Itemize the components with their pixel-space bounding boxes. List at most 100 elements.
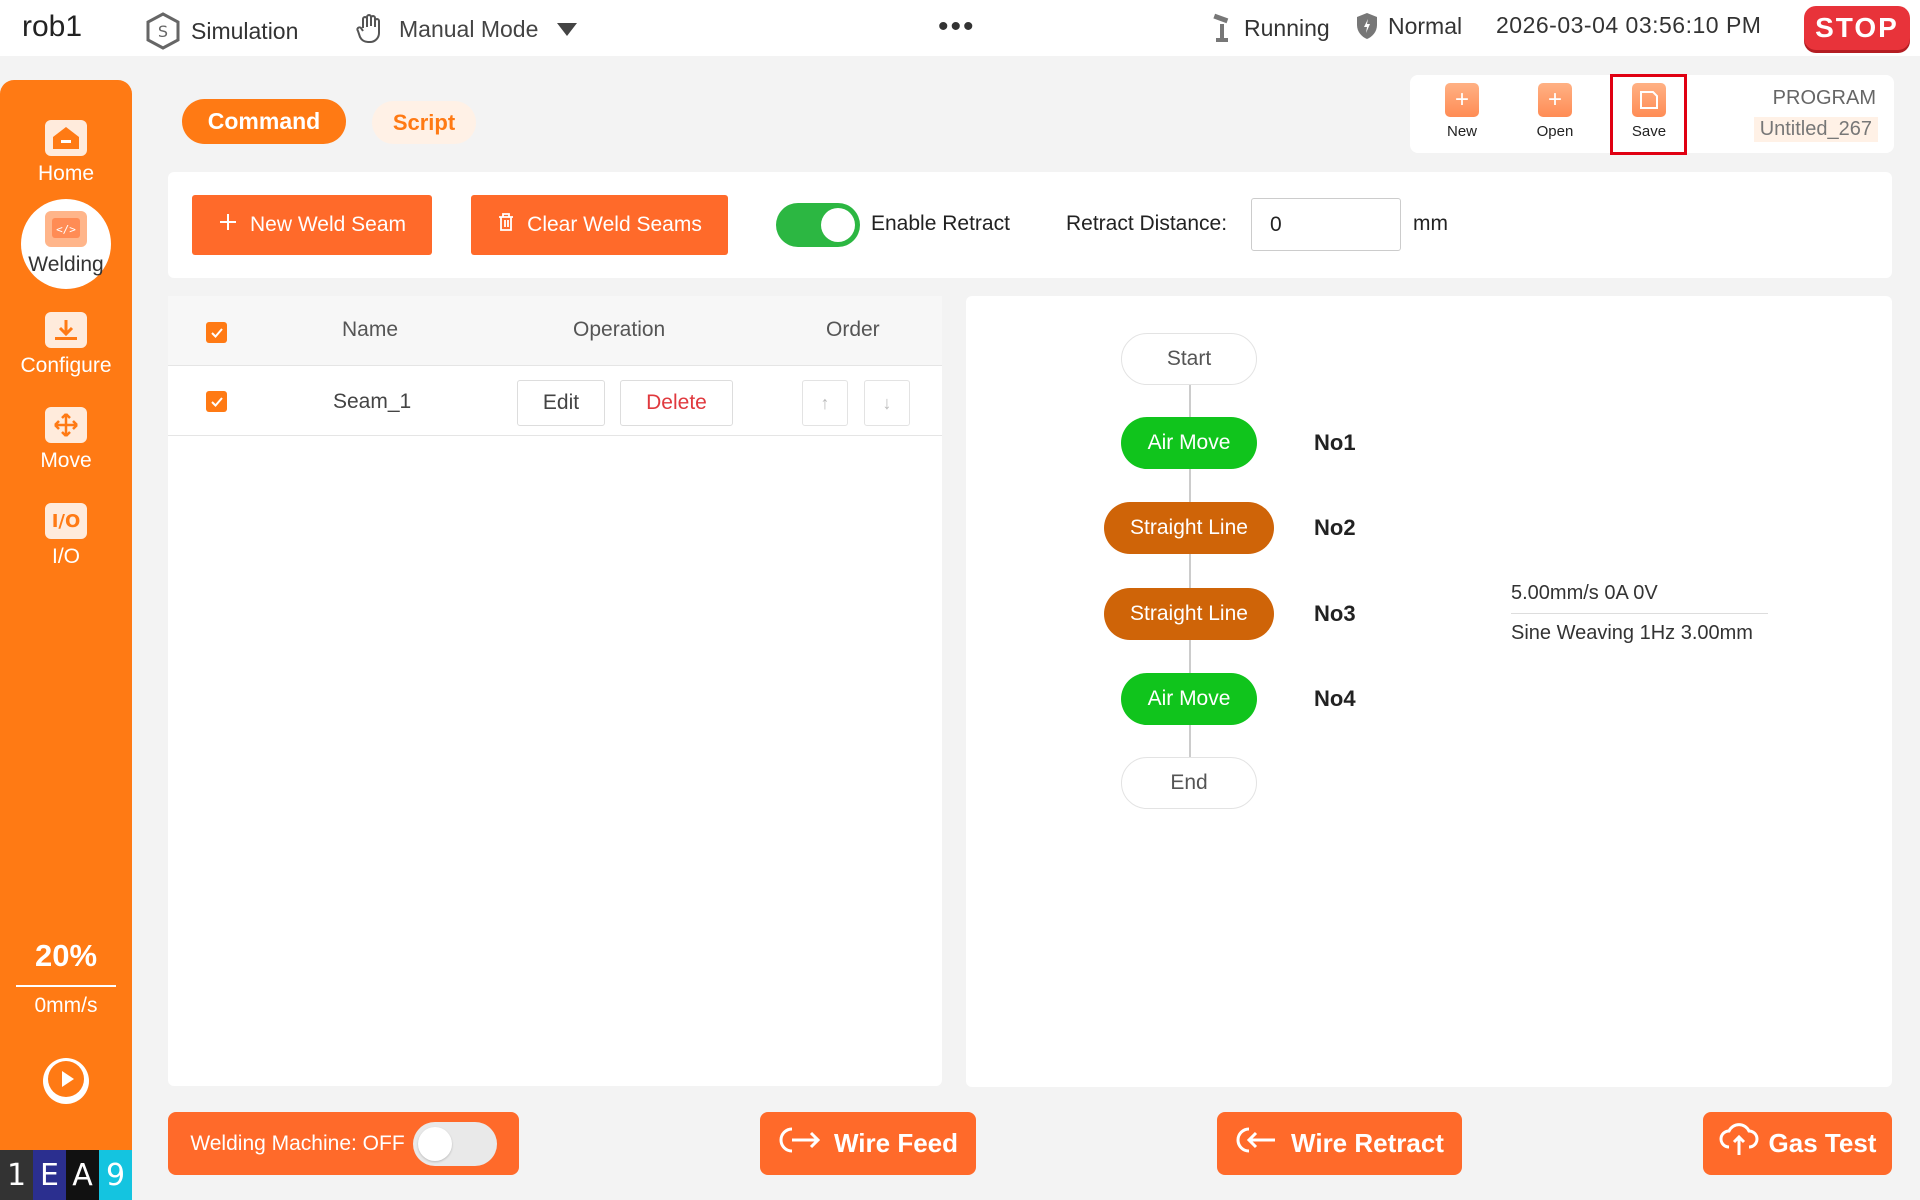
speed-percent[interactable]: 20% [0,938,132,974]
enable-retract-label: Enable Retract [871,212,1010,235]
table-header: Name Operation Order [168,296,942,366]
download-icon [45,312,87,348]
speed-value: 0mm/s [34,994,98,1017]
program-name: Untitled_267 [1753,117,1878,142]
flow-start-node[interactable]: Start [1121,333,1257,385]
wire-retract-icon [1235,1125,1281,1162]
io-icon: I/O [45,503,87,539]
flow-end-node[interactable]: End [1121,757,1257,809]
save-highlight-box [1610,74,1687,155]
wire-feed-button[interactable]: Wire Feed [760,1112,976,1175]
move-icon [45,407,87,443]
clear-weld-seams-label: Clear Weld Seams [527,213,702,236]
row-checkbox[interactable] [206,391,227,412]
hand-icon [355,12,389,46]
weaving-info: Sine Weaving 1Hz 3.00mm [1511,622,1753,644]
safety-status: Normal [1356,12,1462,40]
seam-name: Seam_1 [333,390,412,413]
plus-icon [218,212,238,238]
flow-node-air-move[interactable]: Air Move [1121,417,1257,469]
svg-text:</>: </> [56,223,76,236]
robot-arm-icon [1210,12,1234,44]
mode-label: Manual Mode [399,15,539,42]
tab-command[interactable]: Command [182,99,346,144]
wire-retract-button[interactable]: Wire Retract [1217,1112,1462,1175]
simulation-icon: S [145,12,181,50]
logo-char: A [66,1150,99,1200]
simulation-label: Simulation [191,17,299,44]
sidebar-item-home[interactable]: Home [0,120,132,186]
svg-text:S: S [158,22,168,41]
info-divider [1511,613,1768,614]
datetime: 2026-03-04 03:56:10 PM [1496,12,1762,38]
clear-weld-seams-button[interactable]: Clear Weld Seams [471,195,728,255]
sidebar-item-label: Welding [28,253,104,276]
move-down-button[interactable]: ↓ [864,380,910,426]
sidebar-item-configure[interactable]: Configure [0,312,132,378]
arrow-down-icon: ↓ [882,392,892,413]
retract-distance-label: Retract Distance: [1066,212,1228,235]
new-weld-seam-button[interactable]: New Weld Seam [192,195,432,255]
sidebar-item-move[interactable]: Move [0,407,132,473]
speed-divider [16,985,116,987]
welding-machine-control: Welding Machine: OFF [168,1112,519,1175]
new-weld-seam-label: New Weld Seam [249,213,406,236]
shield-icon [1356,12,1378,40]
retract-distance-input[interactable] [1251,198,1401,251]
wire-retract-label: Wire Retract [1291,1128,1444,1158]
sidebar-item-io[interactable]: I/O I/O [0,503,132,569]
new-file-icon: + [1445,83,1479,117]
chevron-down-icon [556,21,578,37]
sidebar-item-welding[interactable]: </> Welding [0,199,132,289]
folder-icon: + [1538,83,1572,117]
mode-selector[interactable]: Manual Mode [355,12,578,46]
logo-char: E [33,1150,66,1200]
delete-button[interactable]: Delete [620,380,733,426]
toggle-knob [821,208,855,242]
logo-char: 9 [99,1150,132,1200]
play-icon [46,1059,86,1104]
header-operation: Operation [573,318,666,341]
simulation-indicator[interactable]: S Simulation [145,12,298,50]
header-order: Order [826,318,880,341]
enable-retract-toggle[interactable] [776,203,860,247]
new-program-button[interactable]: + New [1427,83,1497,140]
sidebar-item-label: Move [40,449,92,472]
running-label: Running [1244,14,1330,41]
flow-node-air-move[interactable]: Air Move [1121,673,1257,725]
welding-machine-toggle[interactable] [412,1121,497,1166]
top-bar: rob1 S Simulation Manual Mode ••• Runnin… [0,0,1920,56]
welding-machine-label: Welding Machine: OFF [190,1131,405,1155]
active-item-bubble: </> Welding [21,199,111,289]
gas-test-button[interactable]: Gas Test [1703,1112,1892,1175]
wire-feed-icon [778,1125,824,1162]
weld-seam-table: Name Operation Order Seam_1 Edit Delete … [168,296,942,1086]
gas-cloud-icon [1719,1123,1759,1164]
flow-node-straight-line[interactable]: Straight Line [1104,588,1274,640]
select-all-checkbox[interactable] [206,322,227,343]
tab-script[interactable]: Script [372,101,476,144]
retract-unit: mm [1413,212,1448,235]
flow-node-straight-line[interactable]: Straight Line [1104,502,1274,554]
sidebar-item-label: Home [37,162,95,185]
move-up-button[interactable]: ↑ [802,380,848,426]
brand-logo: 1 E A 9 [0,1150,132,1200]
more-menu-button[interactable]: ••• [938,10,976,44]
stop-button[interactable]: STOP [1804,6,1910,50]
trash-icon [497,212,515,238]
open-label: Open [1536,123,1574,140]
new-label: New [1446,123,1477,140]
flow-panel [966,296,1892,1087]
program-label: PROGRAM [1772,87,1876,109]
logo-char: 1 [0,1150,33,1200]
gas-test-label: Gas Test [1768,1128,1877,1158]
play-button[interactable] [43,1058,89,1104]
flow-node-number: No2 [1314,515,1356,540]
code-icon: </> [45,211,87,247]
flow-node-number: No3 [1314,601,1356,626]
edit-button[interactable]: Edit [517,380,605,426]
open-program-button[interactable]: + Open [1520,83,1590,140]
arrow-up-icon: ↑ [820,392,830,413]
table-row[interactable]: Seam_1 Edit Delete ↑ ↓ [168,366,942,436]
robot-name[interactable]: rob1 [22,10,82,44]
